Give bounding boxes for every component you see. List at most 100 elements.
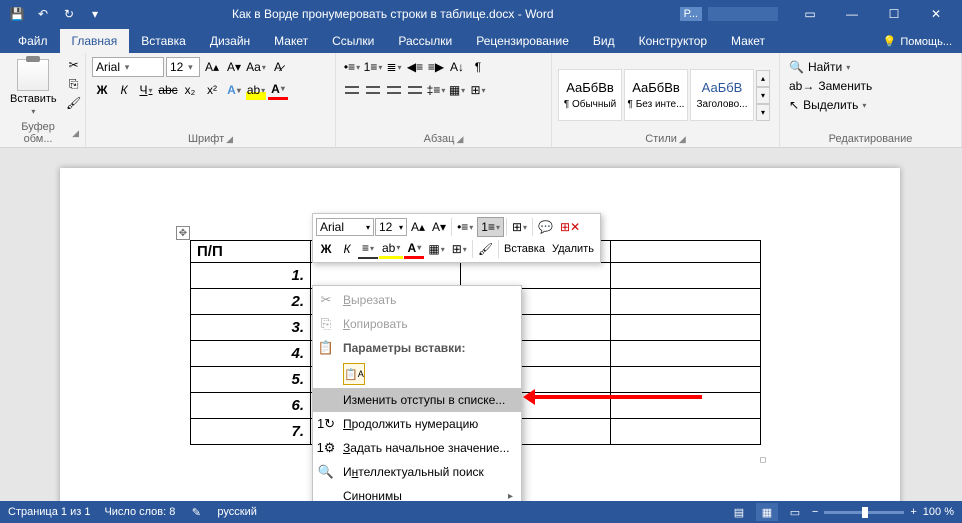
align-center-icon[interactable] [363,80,383,100]
sort-icon[interactable]: A↓ [447,57,467,77]
styles-more-icon[interactable]: ▾ [756,104,770,121]
table-cell-number[interactable]: 1. [191,263,311,289]
undo-icon[interactable]: ↶ [32,3,54,25]
numbering-icon[interactable]: 1≡ [363,57,383,77]
ctx-smart-lookup[interactable]: 🔍Интеллектуальный поиск [313,460,521,484]
styles-down-icon[interactable]: ▾ [756,87,770,104]
dedent-icon[interactable]: ◀≡ [405,57,425,77]
status-word-count[interactable]: Число слов: 8 [104,506,175,518]
tab-review[interactable]: Рецензирование [464,29,581,53]
select-button[interactable]: ↖ Выделить ▾ [788,97,873,113]
mini-delete-table-icon[interactable]: ⊞✕ [557,217,583,237]
print-layout-icon[interactable]: ▦ [756,503,778,521]
font-size-combo[interactable]: 12▾ [166,57,200,77]
maximize-icon[interactable]: ☐ [874,2,914,26]
zoom-level[interactable]: 100 % [923,506,954,518]
styles-launcher-icon[interactable]: ◢ [679,134,686,145]
change-case-icon[interactable]: Aa [246,57,266,77]
bullets-icon[interactable]: •≡ [342,57,362,77]
ctx-adjust-list-indents[interactable]: Изменить отступы в списке... [313,388,521,412]
tab-table-layout[interactable]: Макет [719,29,777,53]
mini-highlight-icon[interactable]: ab [379,239,403,259]
ctx-set-numbering-value[interactable]: 1⚙Задать начальное значение... [313,436,521,460]
tab-design[interactable]: Дизайн [198,29,262,53]
align-left-icon[interactable] [342,80,362,100]
clear-format-icon[interactable]: A̷ [268,57,288,77]
borders-icon[interactable]: ⊞ [468,80,488,100]
redo-icon[interactable]: ↻ [58,3,80,25]
status-page[interactable]: Страница 1 из 1 [8,506,90,518]
multilevel-icon[interactable]: ≣ [384,57,404,77]
tab-layout[interactable]: Макет [262,29,320,53]
qat-customize-icon[interactable]: ▾ [84,3,106,25]
zoom-out-icon[interactable]: − [812,506,818,518]
tab-home[interactable]: Главная [60,29,130,53]
spellcheck-icon[interactable]: ✎ [189,505,203,519]
paste-keep-source-icon[interactable]: 📋A [343,363,365,385]
table-header-cell[interactable]: П/П [191,241,311,263]
find-button[interactable]: 🔍 Найти ▾ [788,59,873,75]
mini-numbering-icon[interactable]: 1≡ [477,217,504,237]
mini-insert-button[interactable]: Вставка [501,239,548,259]
italic-button[interactable]: К [114,80,134,100]
status-language[interactable]: русский [217,506,256,518]
highlight-icon[interactable]: ab [246,80,266,100]
style-no-spacing[interactable]: АаБбВв¶ Без инте... [624,69,688,121]
mini-borders-icon[interactable]: ⊞ [449,239,470,259]
style-heading1[interactable]: АаБбВЗаголово... [690,69,754,121]
style-normal[interactable]: АаБбВв¶ Обычный [558,69,622,121]
mini-bullets-icon[interactable]: •≡ [454,217,476,237]
underline-button[interactable]: Ч [136,80,156,100]
paste-button[interactable]: Вставить ▾ [6,57,61,118]
table-cell-number[interactable]: 5. [191,367,311,393]
tab-mailings[interactable]: Рассылки [386,29,464,53]
tab-insert[interactable]: Вставка [129,29,198,53]
table-cell-number[interactable]: 4. [191,341,311,367]
strike-button[interactable]: abc [158,80,178,100]
ctx-copy[interactable]: ⎘Копировать [313,312,521,336]
paragraph-launcher-icon[interactable]: ◢ [456,134,463,145]
mini-shading-icon[interactable]: ▦ [425,239,447,259]
align-justify-icon[interactable] [405,80,425,100]
mini-underline-icon[interactable]: ≡ [358,239,378,259]
web-layout-icon[interactable]: ▭ [784,503,806,521]
grow-font-icon[interactable]: A▴ [202,57,222,77]
tab-file[interactable]: Файл [6,29,60,53]
mini-italic-button[interactable]: К [337,239,357,259]
clipboard-launcher-icon[interactable]: ◢ [72,128,79,139]
table-cell-number[interactable]: 6. [191,393,311,419]
indent-icon[interactable]: ≡▶ [426,57,446,77]
zoom-in-icon[interactable]: + [910,506,916,518]
tab-table-design[interactable]: Конструктор [627,29,719,53]
mini-size-combo[interactable]: 12▾ [375,218,407,236]
close-icon[interactable]: ✕ [916,2,956,26]
mini-format-painter-icon[interactable]: 🖌 [475,239,496,259]
styles-up-icon[interactable]: ▴ [756,70,770,87]
show-marks-icon[interactable]: ¶ [468,57,488,77]
cut-icon[interactable]: ✂ [65,57,83,73]
font-name-combo[interactable]: Arial▾ [92,57,164,77]
user-badge[interactable]: Р... [680,7,702,21]
line-spacing-icon[interactable]: ‡≡ [426,80,446,100]
ribbon-options-icon[interactable]: ▭ [790,2,830,26]
bold-button[interactable]: Ж [92,80,112,100]
tell-me[interactable]: 💡 Помощь... [873,30,962,53]
table-move-handle-icon[interactable]: ✥ [176,226,190,240]
minimize-icon[interactable]: — [832,2,872,26]
table-cell-number[interactable]: 2. [191,289,311,315]
mini-delete-button[interactable]: Удалить [549,239,597,259]
tab-view[interactable]: Вид [581,29,627,53]
mini-font-combo[interactable]: Arial▾ [316,218,374,236]
ctx-cut[interactable]: ✂Вырезать [313,288,521,312]
table-cell-number[interactable]: 3. [191,315,311,341]
font-color-icon[interactable]: A [268,80,288,100]
mini-grow-font-icon[interactable]: A▴ [408,217,428,237]
zoom-slider[interactable] [824,511,904,514]
format-painter-icon[interactable]: 🖌 [65,95,83,111]
mini-shrink-font-icon[interactable]: A▾ [429,217,449,237]
mini-font-color-icon[interactable]: A [404,239,424,259]
align-right-icon[interactable] [384,80,404,100]
text-effects-icon[interactable]: A [224,80,244,100]
mini-table-style-icon[interactable]: ⊞ [509,217,530,237]
font-launcher-icon[interactable]: ◢ [226,134,233,145]
